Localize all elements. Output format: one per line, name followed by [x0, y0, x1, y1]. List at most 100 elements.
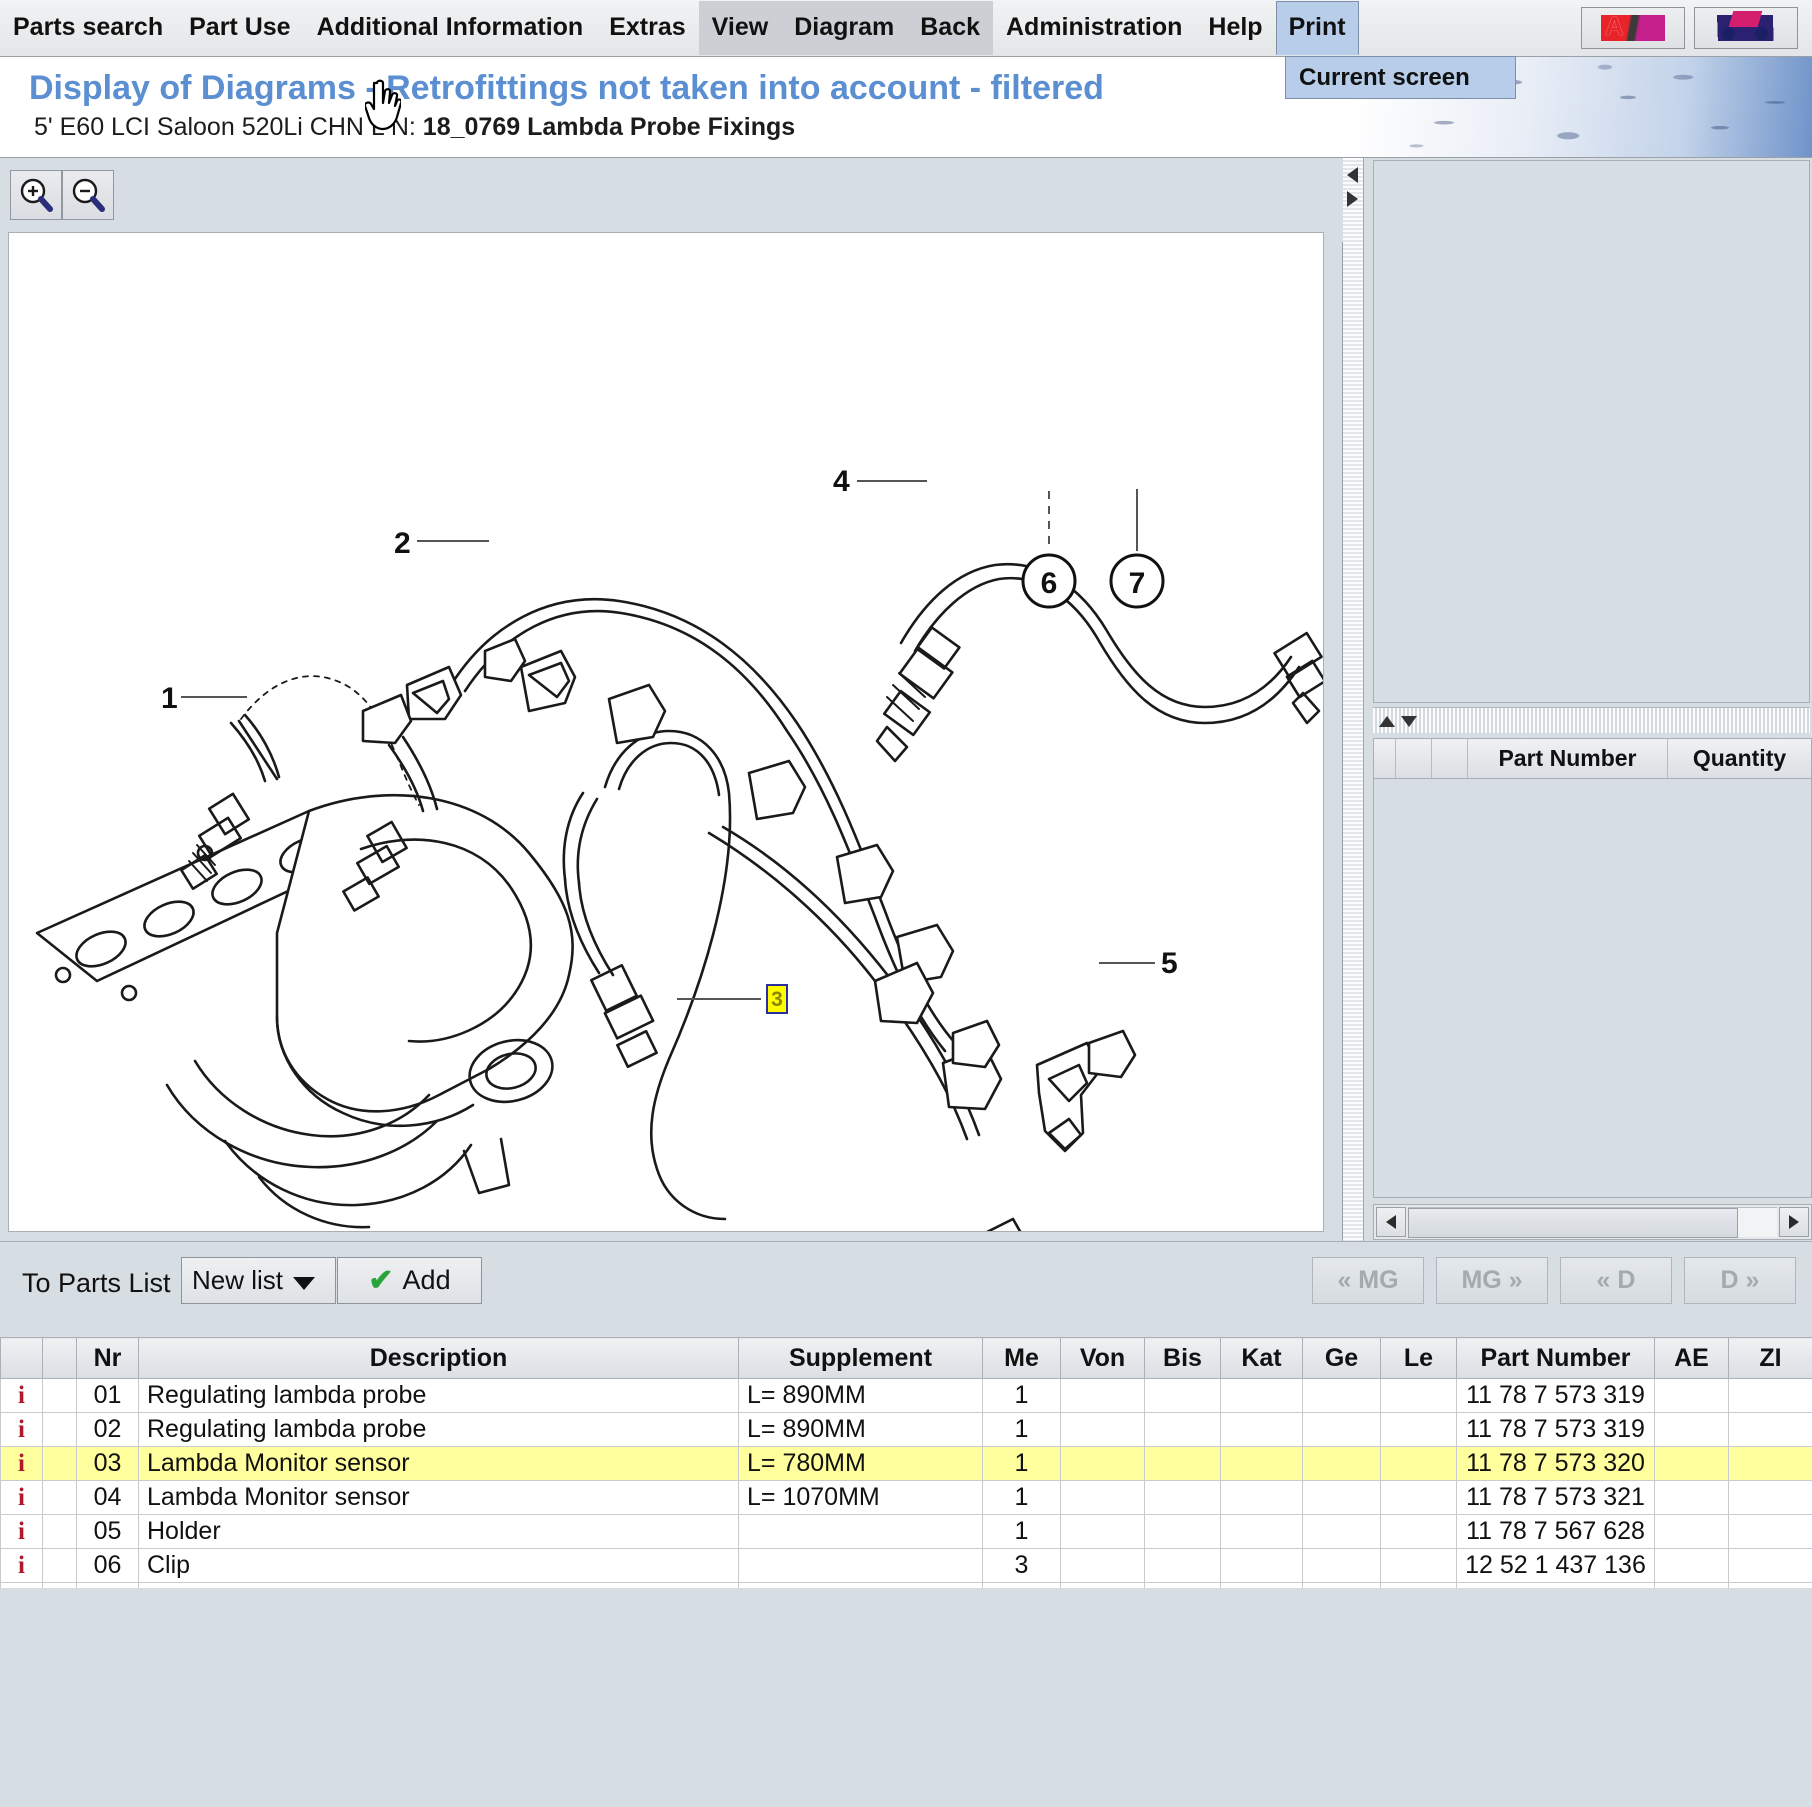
table-row[interactable]: i 01 Regulating lambda probe L= 890MM 1 11 78… — [0, 1378, 1812, 1413]
cell-ge — [1302, 1480, 1381, 1515]
cell-von — [1060, 1378, 1145, 1413]
nav-prev-mg-button[interactable]: « MG — [1312, 1257, 1424, 1304]
splitter-expand-right-icon[interactable] — [1347, 191, 1358, 207]
scrollbar-thumb[interactable] — [1408, 1208, 1738, 1238]
print-menu-item-current-screen[interactable]: Current screen — [1286, 64, 1470, 92]
cell-supplement: L= 780MM — [738, 1446, 983, 1481]
nav-next-d-button[interactable]: D » — [1684, 1257, 1796, 1304]
rp-col-quantity[interactable]: Quantity — [1668, 739, 1811, 779]
page-header: Display of Diagrams - Retrofittings not … — [0, 57, 1812, 158]
col-me[interactable]: Me — [982, 1337, 1061, 1379]
cell-me: 1 — [982, 1446, 1061, 1481]
menu-item-print[interactable]: Print — [1275, 1, 1359, 55]
table-row[interactable]: i 02 Regulating lambda probe L= 890MM 1 11 78… — [0, 1412, 1812, 1447]
right-panel-upper-area[interactable] — [1373, 160, 1810, 703]
cell-nr: 06 — [76, 1548, 139, 1583]
cell-le — [1380, 1480, 1457, 1515]
right-panel-horizontal-scrollbar[interactable] — [1373, 1204, 1812, 1240]
zoom-out-button[interactable] — [62, 170, 114, 220]
cell-info[interactable]: i — [0, 1480, 43, 1515]
diagram-callout-6: 6 — [1041, 567, 1058, 600]
cell-zi — [1728, 1412, 1812, 1447]
col-von[interactable]: Von — [1060, 1337, 1145, 1379]
nav-next-mg-button[interactable]: MG » — [1436, 1257, 1548, 1304]
cell-info[interactable]: i — [0, 1412, 43, 1447]
selected-parts-table: Part Number Quantity — [1373, 738, 1812, 1198]
cell-part-number: 11 78 7 573 319 — [1456, 1378, 1655, 1413]
parts-table-body: i 01 Regulating lambda probe L= 890MM 1 11 78… — [0, 1378, 1812, 1617]
vehicle-blue-button[interactable] — [1694, 7, 1798, 49]
col-kat[interactable]: Kat — [1220, 1337, 1303, 1379]
table-row[interactable]: i 05 Holder 1 11 78 7 567 628 — [0, 1514, 1812, 1549]
table-row[interactable]: i 06 Clip 3 12 52 1 437 136 — [0, 1548, 1812, 1583]
cell-part-number: 12 52 1 437 136 — [1456, 1548, 1655, 1583]
scroll-right-button[interactable] — [1779, 1207, 1809, 1237]
menu-item-help[interactable]: Help — [1195, 1, 1275, 55]
right-panel-horizontal-splitter[interactable] — [1373, 707, 1810, 733]
add-button[interactable]: ✔ Add — [337, 1257, 482, 1304]
selected-parts-table-body[interactable] — [1374, 779, 1811, 1147]
table-row[interactable]: i 04 Lambda Monitor sensor L= 1070MM 1 11 78 … — [0, 1480, 1812, 1515]
zoom-in-button[interactable] — [10, 170, 62, 220]
col-part-number[interactable]: Part Number — [1456, 1337, 1655, 1379]
cell-flag — [42, 1480, 77, 1515]
col-info — [0, 1337, 43, 1379]
parts-list-select[interactable]: New list — [181, 1257, 336, 1304]
vertical-splitter[interactable] — [1343, 158, 1364, 1241]
scrollbar-track[interactable] — [1408, 1207, 1777, 1238]
cell-me: 1 — [982, 1378, 1061, 1413]
cell-me: 1 — [982, 1514, 1061, 1549]
cell-part-number: 11 78 7 573 321 — [1456, 1480, 1655, 1515]
scroll-left-button[interactable] — [1376, 1207, 1406, 1237]
col-nr[interactable]: Nr — [76, 1337, 139, 1379]
menu-item-diagram[interactable]: Diagram — [781, 1, 908, 55]
splitter-down-icon[interactable] — [1401, 716, 1417, 727]
selected-parts-table-header: Part Number Quantity — [1374, 739, 1811, 779]
menu-item-view[interactable]: View — [698, 1, 782, 55]
menu-item-additional-information[interactable]: Additional Information — [304, 1, 597, 55]
cell-ge — [1302, 1548, 1381, 1583]
cell-flag — [42, 1446, 77, 1481]
col-le[interactable]: Le — [1380, 1337, 1457, 1379]
menu-item-administration[interactable]: Administration — [993, 1, 1195, 55]
cell-kat — [1220, 1412, 1303, 1447]
cell-info[interactable]: i — [0, 1548, 43, 1583]
splitter-up-icon[interactable] — [1379, 716, 1395, 727]
col-ae[interactable]: AE — [1654, 1337, 1729, 1379]
cell-bis — [1144, 1548, 1221, 1583]
rp-col-part-number[interactable]: Part Number — [1468, 739, 1668, 779]
cell-info[interactable]: i — [0, 1378, 43, 1413]
menu-bar: Parts search Part Use Additional Informa… — [0, 0, 1812, 57]
cell-me: 1 — [982, 1412, 1061, 1447]
col-ge[interactable]: Ge — [1302, 1337, 1381, 1379]
diagram-canvas[interactable]: 1 2 4 5 6 7 3 — [8, 232, 1324, 1232]
cell-zi — [1728, 1378, 1812, 1413]
cell-zi — [1728, 1548, 1812, 1583]
cell-le — [1380, 1412, 1457, 1447]
splitter-collapse-left-icon[interactable] — [1347, 167, 1358, 183]
cell-ae — [1654, 1548, 1729, 1583]
menu-item-back[interactable]: Back — [907, 1, 993, 55]
col-supplement[interactable]: Supplement — [738, 1337, 983, 1379]
menu-item-parts-search[interactable]: Parts search — [0, 1, 176, 55]
diagram-callout-1: 1 — [161, 682, 178, 715]
cell-zi — [1728, 1514, 1812, 1549]
nav-prev-d-button[interactable]: « D — [1560, 1257, 1672, 1304]
table-row[interactable]: i 03 Lambda Monitor sensor L= 780MM 1 11 78 7… — [0, 1446, 1812, 1481]
col-description[interactable]: Description — [138, 1337, 739, 1379]
cell-von — [1060, 1514, 1145, 1549]
cell-info[interactable]: i — [0, 1446, 43, 1481]
menu-item-extras[interactable]: Extras — [596, 1, 698, 55]
rp-col-spacer-3 — [1432, 739, 1468, 779]
vehicle-blue-icon — [1714, 15, 1778, 41]
warning-red-a-button[interactable] — [1581, 7, 1685, 49]
cell-von — [1060, 1446, 1145, 1481]
cell-info[interactable]: i — [0, 1514, 43, 1549]
cell-von — [1060, 1412, 1145, 1447]
col-bis[interactable]: Bis — [1144, 1337, 1221, 1379]
cell-ge — [1302, 1412, 1381, 1447]
breadcrumb-diagram-name: 18_0769 Lambda Probe Fixings — [422, 113, 796, 141]
diagram-callout-3-selected[interactable]: 3 — [766, 984, 788, 1014]
menu-item-part-use[interactable]: Part Use — [176, 1, 303, 55]
col-zi[interactable]: ZI — [1728, 1337, 1812, 1379]
